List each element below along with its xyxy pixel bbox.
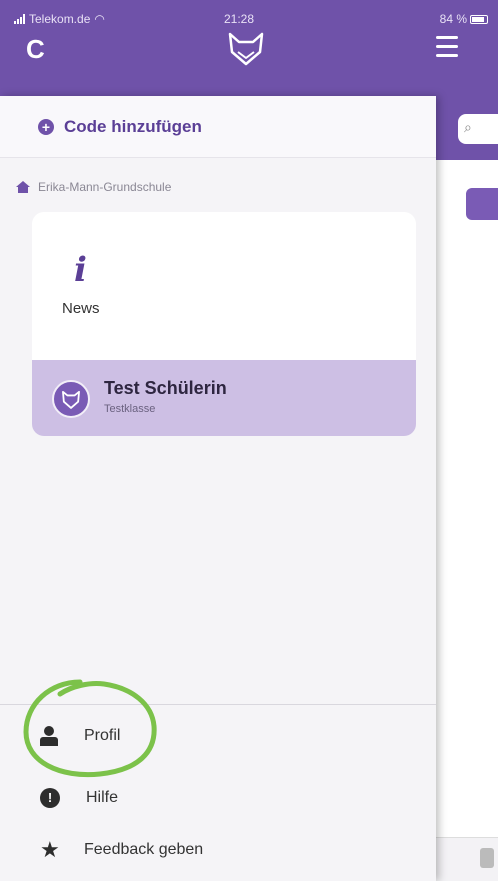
add-code-button[interactable]: + Code hinzufügen: [0, 96, 436, 158]
star-icon: ★: [40, 837, 60, 862]
menu-item-label: Profil: [84, 727, 121, 744]
tab-icon[interactable]: [480, 848, 494, 868]
menu-item-feedback[interactable]: ★ Feedback geben: [0, 820, 436, 880]
battery-percent: 84 %: [439, 12, 467, 26]
search-icon: ⌕: [464, 119, 472, 135]
search-input[interactable]: ⌕: [458, 114, 498, 144]
fox-logo-icon: [228, 32, 264, 66]
carrier-label: Telekom.de: [29, 12, 91, 26]
hamburger-menu-icon[interactable]: [436, 36, 470, 62]
bottom-tab-bar: [436, 837, 498, 881]
news-label: News: [62, 300, 100, 317]
student-name: Test Schülerin: [104, 378, 227, 398]
battery-icon: [470, 14, 488, 24]
news-item[interactable]: i News: [32, 212, 416, 362]
student-class: Testklasse: [104, 403, 156, 415]
add-code-label: Code hinzufügen: [64, 116, 202, 136]
menu-item-profil[interactable]: Profil: [0, 706, 436, 766]
menu-item-hilfe[interactable]: ! Hilfe: [0, 768, 436, 828]
segment-tab[interactable]: [466, 188, 498, 220]
wifi-icon: ◠: [94, 12, 105, 26]
app-header: Telekom.de ◠ 21:28 84 % C: [0, 0, 498, 96]
divider: [0, 704, 436, 705]
student-item[interactable]: Test Schülerin Testklasse: [32, 360, 416, 436]
status-time: 21:28: [224, 12, 255, 26]
person-icon: [40, 726, 58, 746]
menu-item-label: Hilfe: [86, 789, 119, 806]
menu-item-label: Feedback geben: [84, 841, 204, 858]
signal-icon: [14, 14, 25, 24]
school-name: Erika-Mann-Grundschule: [38, 180, 172, 194]
plus-circle-icon: +: [38, 118, 54, 135]
school-header: Erika-Mann-Grundschule: [16, 180, 171, 194]
main-content-panel: ⌕: [436, 96, 498, 881]
side-drawer: + Code hinzufügen Erika-Mann-Grundschule…: [0, 96, 436, 881]
status-bar: Telekom.de ◠ 21:28 84 %: [14, 12, 488, 30]
info-icon: i: [74, 250, 87, 290]
help-icon: !: [40, 788, 60, 808]
fox-avatar-icon: [52, 380, 90, 418]
reload-icon[interactable]: C: [26, 34, 45, 65]
house-icon: [16, 181, 30, 193]
